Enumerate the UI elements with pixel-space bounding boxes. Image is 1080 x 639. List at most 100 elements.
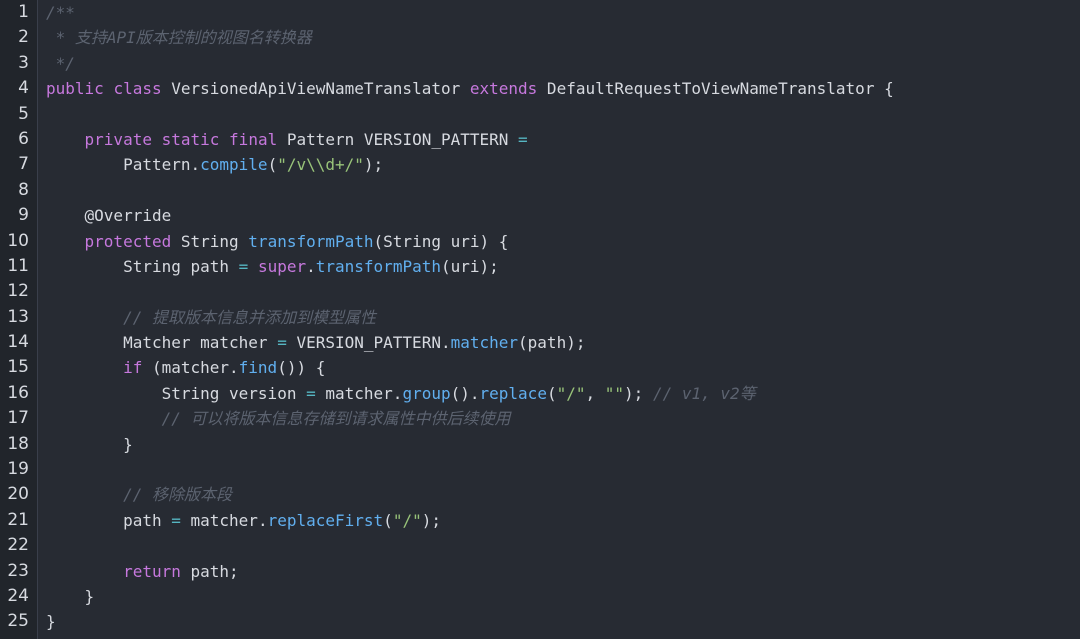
code-token: );	[421, 510, 441, 530]
code-token: /**	[46, 3, 75, 22]
code-line[interactable]: String version = matcher.group().replace…	[46, 381, 1080, 406]
code-line[interactable]: public class VersionedApiViewNameTransla…	[46, 76, 1080, 101]
code-token: find	[238, 358, 278, 378]
code-line[interactable]: Matcher matcher = VERSION_PATTERN.matche…	[46, 330, 1080, 355]
line-number: 25	[7, 611, 29, 632]
code-token: (String uri) {	[373, 231, 509, 251]
code-token: * 支持API版本控制的视图名转换器	[46, 28, 312, 48]
code-line[interactable]: String path = super.transformPath(uri);	[46, 254, 1080, 279]
code-token: private	[84, 129, 152, 149]
code-token: path;	[180, 561, 239, 581]
code-token: =	[277, 333, 287, 353]
code-token: =	[171, 510, 181, 530]
code-token: // v1, v2等	[652, 383, 756, 403]
code-token: (	[267, 155, 278, 175]
code-token: ()) {	[277, 358, 326, 378]
line-number: 7	[18, 154, 29, 175]
code-token: group	[402, 383, 451, 403]
code-token: ().	[450, 383, 480, 403]
code-token: VersionedApiViewNameTranslator	[161, 79, 470, 99]
line-number: 6	[18, 128, 29, 149]
code-token: ,	[585, 383, 605, 403]
code-token: DefaultRequestToViewNameTranslator {	[537, 79, 894, 99]
code-line[interactable]: * 支持API版本控制的视图名转换器	[46, 25, 1080, 50]
line-number: 23	[7, 560, 29, 581]
code-line[interactable]: }	[46, 432, 1080, 457]
line-number: 3	[18, 52, 29, 73]
code-token: ""	[604, 383, 625, 403]
code-token: );	[624, 383, 653, 403]
line-number: 11	[7, 255, 29, 276]
code-token: final	[229, 129, 278, 149]
line-number: 9	[18, 205, 29, 226]
code-token: @Override	[46, 206, 172, 226]
code-line[interactable]: if (matcher.find()) {	[46, 355, 1080, 380]
code-token: static	[161, 129, 220, 149]
code-line[interactable]: // 提取版本信息并添加到模型属性	[46, 305, 1080, 330]
line-number: 16	[7, 382, 29, 403]
code-token: (	[383, 510, 393, 530]
line-number: 10	[7, 230, 29, 251]
code-line[interactable]: Pattern.compile("/v\\d+/");	[46, 152, 1080, 177]
code-token: String	[171, 231, 249, 251]
code-token: =	[518, 129, 528, 149]
code-token: "/"	[556, 383, 586, 403]
code-line[interactable]: */	[46, 51, 1080, 76]
code-token: String path	[46, 256, 239, 276]
line-number: 18	[7, 433, 29, 454]
code-editor[interactable]: 1 2 3 4 5 6 7 8 9 10 11 12 13 14 15 16 17 18 19 20 21 22 23 24 2…	[0, 0, 1080, 639]
code-line[interactable]: // 可以将版本信息存储到请求属性中供后续使用	[46, 406, 1080, 431]
code-token: Pattern VERSION_PATTERN	[277, 129, 519, 149]
code-token: }	[46, 612, 56, 632]
code-token: compile	[200, 155, 268, 175]
line-number: 21	[7, 509, 29, 530]
code-token: (uri);	[440, 256, 499, 276]
code-token: }	[46, 586, 95, 606]
code-line[interactable]: return path;	[46, 559, 1080, 584]
code-token: extends	[469, 79, 538, 99]
code-line[interactable]	[46, 533, 1080, 558]
code-token: // 移除版本段	[123, 485, 232, 505]
code-line[interactable]: /**	[46, 0, 1080, 25]
line-number: 13	[7, 306, 29, 327]
line-number: 8	[18, 179, 29, 200]
code-line[interactable]: // 移除版本段	[46, 482, 1080, 507]
code-token: transformPath	[315, 256, 441, 276]
code-line[interactable]	[46, 102, 1080, 127]
line-number-gutter: 1 2 3 4 5 6 7 8 9 10 11 12 13 14 15 16 17 18 19 20 21 22 23 24 2…	[0, 0, 38, 639]
code-line[interactable]: }	[46, 584, 1080, 609]
code-token: // 提取版本信息并添加到模型属性	[123, 307, 376, 327]
line-number: 2	[18, 27, 29, 48]
code-token: class	[113, 79, 162, 99]
code-line[interactable]	[46, 279, 1080, 304]
code-token: if	[123, 358, 143, 378]
code-token: replaceFirst	[267, 510, 384, 530]
line-number: 1	[18, 2, 29, 22]
code-token: public	[46, 79, 104, 99]
code-token: (matcher.	[142, 358, 239, 378]
line-number: 14	[7, 332, 29, 353]
code-line[interactable]: path = matcher.replaceFirst("/");	[46, 508, 1080, 533]
code-token: "/"	[392, 510, 422, 530]
code-line[interactable]: private static final Pattern VERSION_PAT…	[46, 127, 1080, 152]
code-token: );	[363, 155, 384, 175]
code-line[interactable]	[46, 178, 1080, 203]
code-line[interactable]: }	[46, 609, 1080, 634]
code-line[interactable]: @Override	[46, 203, 1080, 228]
line-number: 17	[7, 408, 29, 429]
code-token: matcher	[450, 333, 519, 353]
code-line[interactable]: protected String transformPath(String ur…	[46, 229, 1080, 254]
code-area[interactable]: /** * 支持API版本控制的视图名转换器 */ public class Ve…	[38, 0, 1080, 639]
code-line[interactable]	[46, 457, 1080, 482]
code-token: }	[46, 434, 133, 454]
code-token: return	[123, 561, 181, 581]
